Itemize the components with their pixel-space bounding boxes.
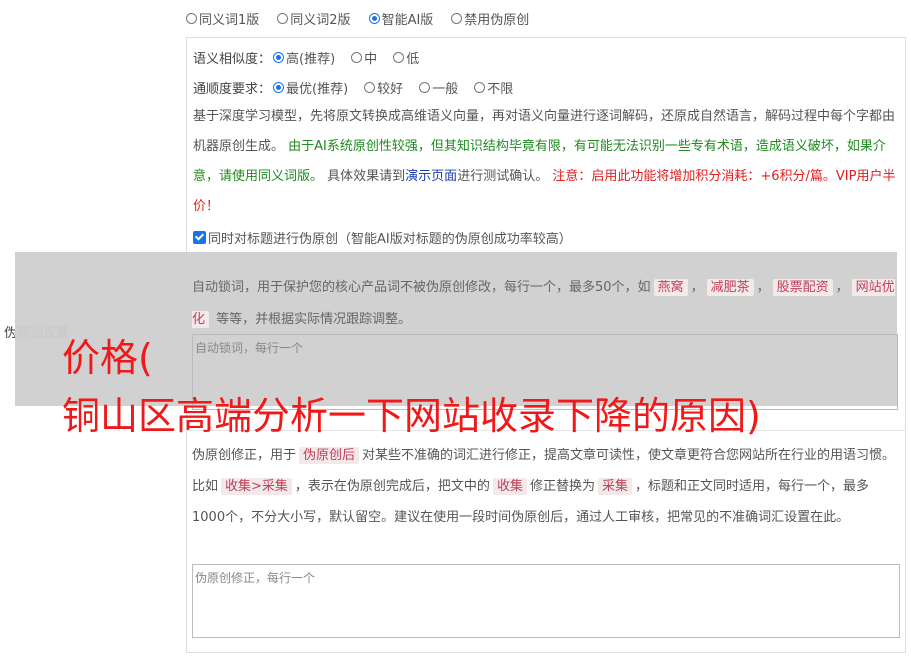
similarity-low-radio[interactable]: 低 [393, 48, 419, 67]
radio-icon [277, 13, 289, 24]
desc-text: 修正替换为 [529, 479, 595, 494]
fluency-row: 通顺度要求： 最优(推荐) 较好 一般 不限 [193, 78, 513, 97]
desc-text: 进行测试确认。 [457, 169, 549, 184]
fluency-best-radio[interactable]: 最优(推荐) [273, 78, 348, 97]
radio-checked-icon [368, 13, 380, 24]
example-tag: 采集 [597, 478, 632, 495]
correction-textarea[interactable]: 伪原创修正，每行一个 [192, 564, 900, 638]
radio-checked-icon [273, 52, 285, 63]
ai-description: 基于深度学习模型，先将原文转换成高维语义向量，再对语义向量进行逐词解码，还原成自… [193, 102, 901, 222]
mode-radio-ai[interactable]: 智能AI版 [368, 9, 434, 28]
mode-selector: 同义词1版 同义词2版 智能AI版 禁用伪原创 [186, 9, 529, 28]
radio-icon [419, 82, 431, 93]
fluency-any-radio[interactable]: 不限 [474, 78, 513, 97]
radio-icon [186, 13, 197, 24]
example-tag: 收集 [492, 478, 527, 495]
checkbox-checked-icon [193, 231, 206, 244]
similarity-label: 语义相似度： [193, 52, 272, 67]
example-tag: 伪原创后 [299, 447, 360, 464]
mode-label: 同义词2版 [290, 13, 351, 28]
option-label: 不限 [487, 82, 514, 97]
radio-icon [474, 82, 486, 93]
desc-text: 等等，并根据实际情况跟踪调整。 [216, 312, 412, 327]
mode-label: 同义词1版 [199, 13, 260, 28]
example-tag: 减肥茶 [706, 279, 754, 296]
option-label: 较好 [377, 82, 404, 97]
desc-text: ，表示在伪原创完成后，把文中的 [294, 479, 490, 494]
mode-radio-synonym1[interactable]: 同义词1版 [186, 9, 259, 28]
desc-text: 具体效果请到 [327, 169, 406, 184]
radio-icon [351, 52, 363, 63]
lock-words-description: 自动锁词，用于保护您的核心产品词不被伪原创修改，每行一个，最多50个，如 燕窝，减… [192, 279, 895, 328]
desc-text: 伪原创修正，用于 [192, 448, 297, 463]
radio-icon [393, 52, 405, 63]
fluency-good-radio[interactable]: 较好 [364, 78, 403, 97]
textarea-placeholder: 伪原创修正，每行一个 [195, 571, 316, 585]
fluency-label: 通顺度要求： [193, 82, 272, 97]
demo-page-link[interactable]: 演示页面 [405, 169, 457, 184]
mode-radio-disable[interactable]: 禁用伪原创 [451, 9, 529, 28]
mode-label: 智能AI版 [381, 13, 434, 28]
checkbox-label: 同时对标题进行伪原创（智能AI版对标题的伪原创成功率较高） [208, 232, 572, 247]
similarity-high-radio[interactable]: 高(推荐) [273, 48, 335, 67]
overlay-title-line1: 价格( [62, 336, 153, 380]
fluency-normal-radio[interactable]: 一般 [419, 78, 458, 97]
similarity-row: 语义相似度： 高(推荐) 中 低 [193, 48, 419, 67]
option-label: 一般 [432, 82, 459, 97]
example-tag: 股票配资 [772, 279, 833, 296]
textarea-placeholder: 自动锁词，每行一个 [195, 341, 304, 355]
correction-description: 伪原创修正，用于 伪原创后 对某些不准确的词汇进行修正，提高文章可读性，使文章更符合… [192, 440, 902, 533]
option-label: 高(推荐) [286, 52, 336, 67]
radio-checked-icon [273, 82, 285, 93]
example-tag: 收集>采集 [221, 478, 292, 495]
desc-text: 自动锁词，用于保护您的核心产品词不被伪原创修改，每行一个，最多50个，如 [192, 280, 651, 295]
mode-radio-synonym2[interactable]: 同义词2版 [277, 9, 351, 28]
mode-label: 禁用伪原创 [464, 13, 530, 28]
radio-icon [451, 13, 463, 24]
overlay-title-line2: 铜山区高端分析一下网站收录下降的原因) [62, 394, 761, 438]
similarity-mid-radio[interactable]: 中 [351, 48, 377, 67]
option-label: 最优(推荐) [286, 82, 349, 97]
radio-icon [364, 82, 376, 93]
example-tag: 燕窝 [653, 279, 688, 296]
title-pseudo-original-checkbox[interactable]: 同时对标题进行伪原创（智能AI版对标题的伪原创成功率较高） [193, 228, 572, 247]
option-label: 中 [364, 52, 378, 67]
option-label: 低 [406, 52, 420, 67]
